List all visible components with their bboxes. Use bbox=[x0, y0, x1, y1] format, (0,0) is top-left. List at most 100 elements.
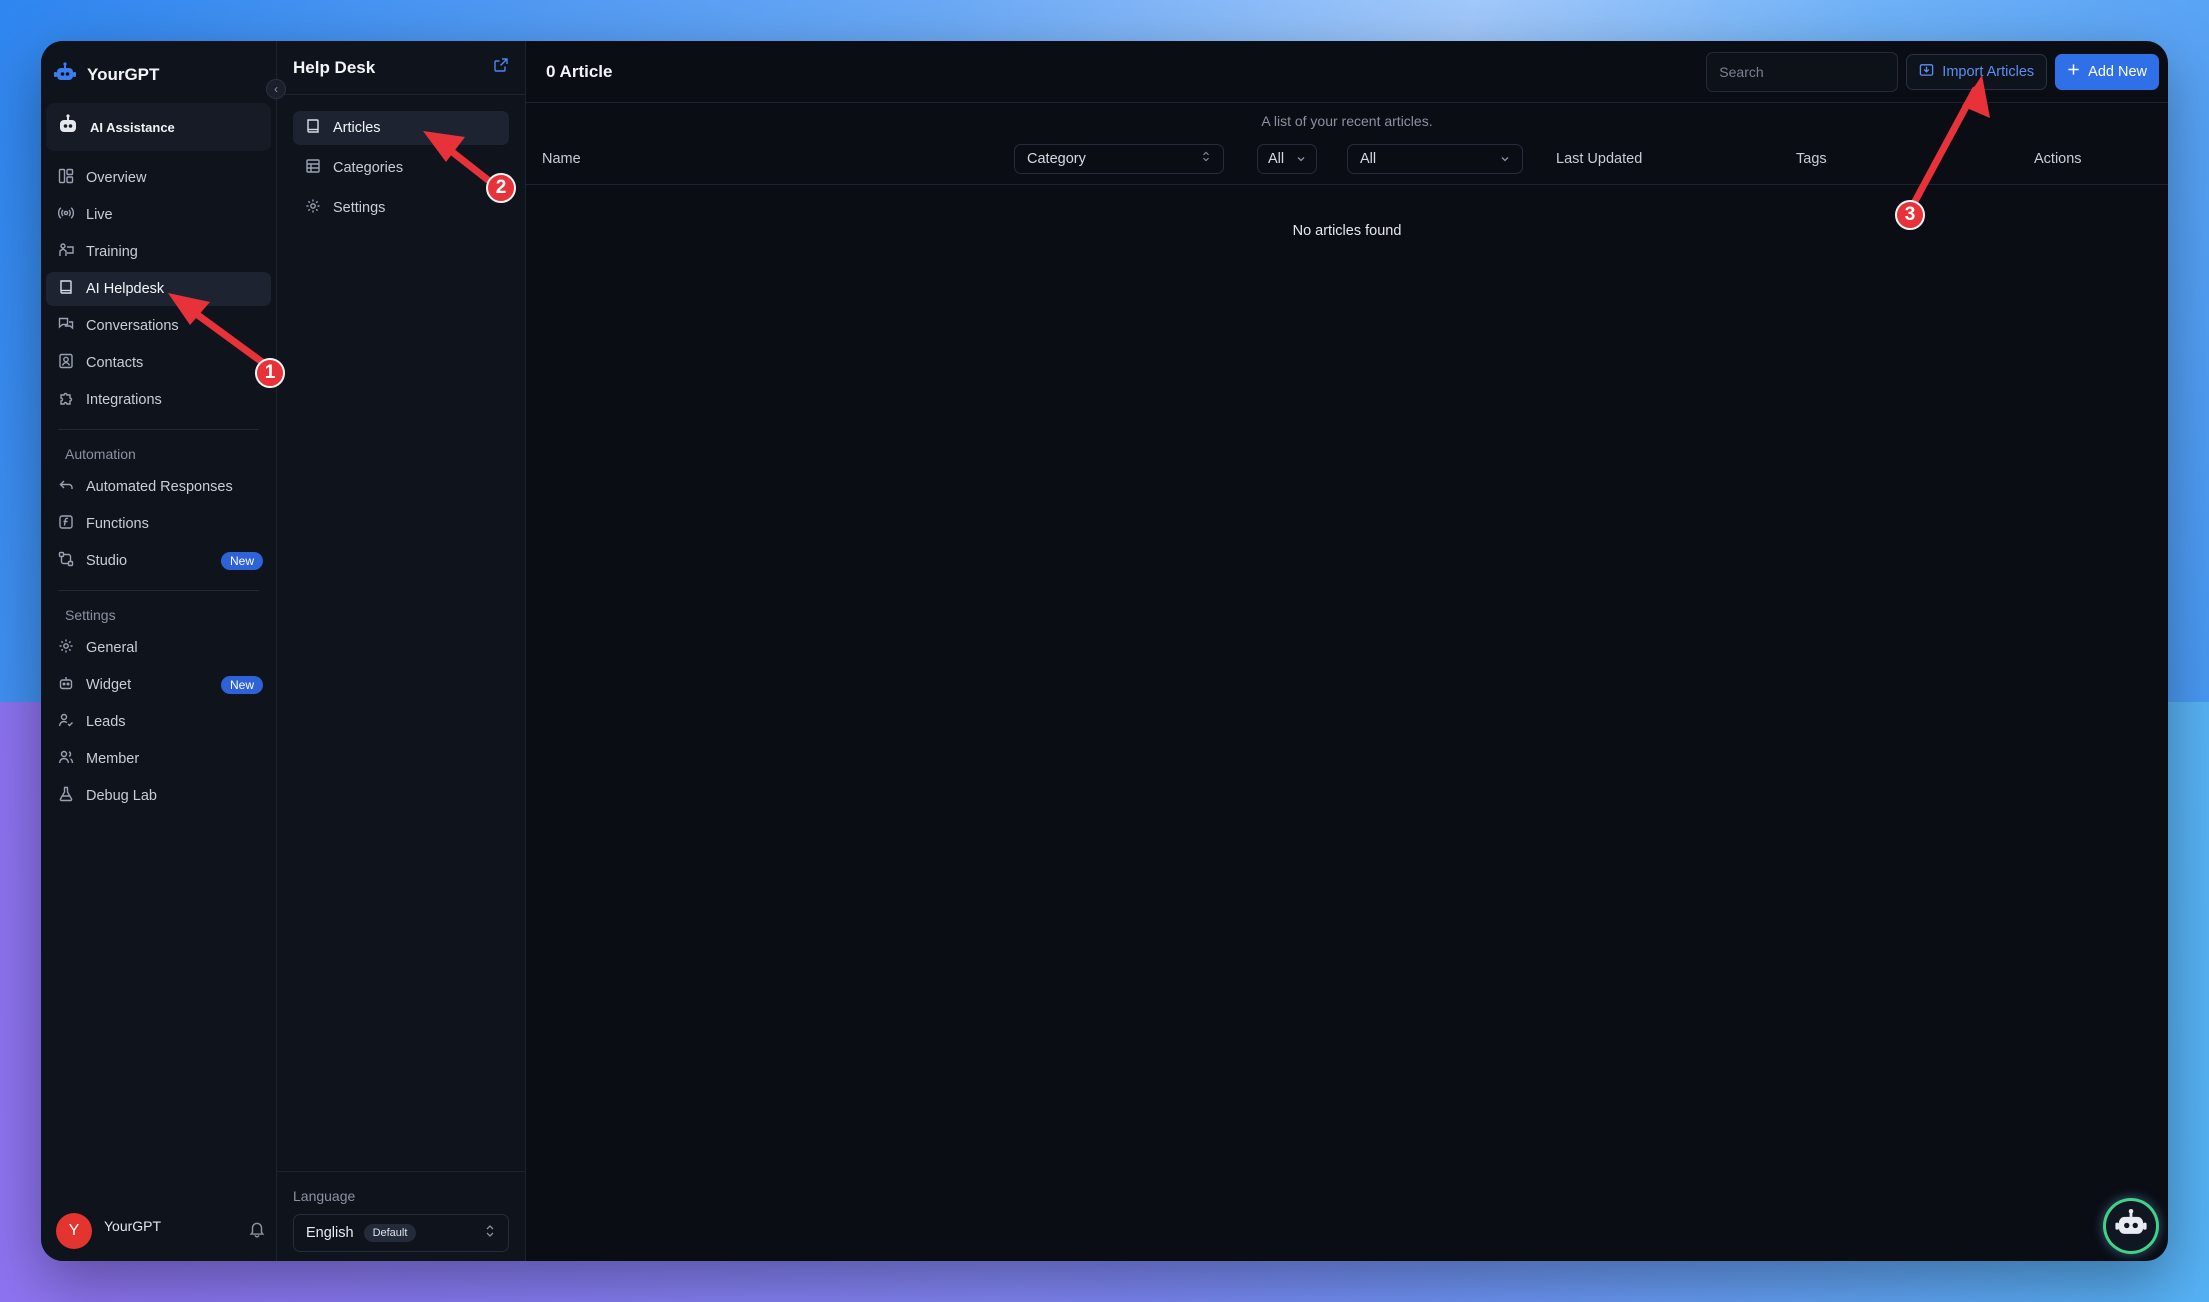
import-articles-button[interactable]: Import Articles bbox=[1906, 53, 2048, 90]
sidebar-item-label: Functions bbox=[86, 516, 149, 532]
plus-icon bbox=[2067, 63, 2080, 80]
column-tags: Tags bbox=[1796, 150, 1827, 167]
annotation-marker-1: 1 bbox=[255, 358, 285, 388]
section-label-settings: Settings bbox=[65, 607, 116, 623]
sidebar-item-label: Contacts bbox=[86, 355, 144, 371]
search-input[interactable] bbox=[1706, 51, 1899, 92]
chevron-down-icon bbox=[1500, 151, 1510, 167]
table-header: Name Category All All Last Updated Tags … bbox=[526, 133, 2168, 185]
add-new-button[interactable]: Add New bbox=[2055, 53, 2159, 90]
new-badge: New bbox=[220, 676, 263, 694]
sidebar-item-studio[interactable]: Studio New bbox=[46, 544, 271, 578]
brand-name: YourGPT bbox=[87, 65, 160, 84]
puzzle-icon bbox=[58, 390, 74, 410]
bot-icon bbox=[58, 675, 74, 695]
sidebar-item-integrations[interactable]: Integrations bbox=[46, 383, 271, 417]
panel-item-label: Articles bbox=[333, 120, 381, 136]
nav-divider bbox=[58, 429, 259, 430]
column-actions: Actions bbox=[2034, 150, 2082, 167]
import-articles-label: Import Articles bbox=[1942, 63, 2035, 80]
import-icon bbox=[1919, 62, 1934, 81]
visibility-filter-label: All bbox=[1360, 150, 1377, 167]
sidebar-item-label: Widget bbox=[86, 677, 132, 693]
sidebar-item-label: AI Helpdesk bbox=[86, 281, 165, 297]
section-label-automation: Automation bbox=[65, 446, 136, 462]
sidebar: YourGPT ‹ AI Assistance Overview Live Tr… bbox=[41, 41, 286, 1261]
user-name: YourGPT bbox=[104, 1218, 162, 1234]
sidebar-item-debug-lab[interactable]: Debug Lab bbox=[46, 779, 271, 813]
sidebar-item-label: Integrations bbox=[86, 392, 162, 408]
chevron-up-down-icon bbox=[484, 1224, 496, 1242]
avatar: Y bbox=[56, 1213, 92, 1249]
sidebar-item-automated-responses[interactable]: Automated Responses bbox=[46, 470, 271, 504]
book-icon bbox=[305, 118, 321, 138]
reply-icon bbox=[58, 477, 74, 497]
user-profile[interactable]: Y YourGPT bbox=[56, 1211, 266, 1251]
chevron-left-icon: ‹ bbox=[274, 82, 278, 96]
panel-item-articles[interactable]: Articles bbox=[293, 111, 509, 145]
panel-item-settings[interactable]: Settings bbox=[293, 191, 509, 225]
sidebar-item-functions[interactable]: Functions bbox=[46, 507, 271, 541]
user-check-icon bbox=[58, 712, 74, 732]
panel-nav: Articles Categories Settings bbox=[277, 95, 525, 225]
category-filter[interactable]: Category bbox=[1014, 143, 1224, 174]
header-actions: Import Articles Add New bbox=[1706, 51, 2159, 92]
contact-icon bbox=[58, 353, 74, 373]
panel-item-categories[interactable]: Categories bbox=[293, 151, 509, 185]
sidebar-item-label: Leads bbox=[86, 714, 126, 730]
app-window: YourGPT ‹ AI Assistance Overview Live Tr… bbox=[41, 41, 2168, 1261]
sidebar-item-leads[interactable]: Leads bbox=[46, 705, 271, 739]
sidebar-item-widget[interactable]: Widget New bbox=[46, 668, 271, 702]
robot-logo-icon bbox=[53, 61, 77, 90]
sidebar-item-label: Live bbox=[86, 207, 113, 223]
training-icon bbox=[58, 242, 74, 262]
sidebar-item-ai-helpdesk[interactable]: AI Helpdesk bbox=[46, 272, 271, 306]
sidebar-item-training[interactable]: Training bbox=[46, 235, 271, 269]
external-link-icon[interactable] bbox=[493, 57, 509, 78]
notification-bell-icon[interactable] bbox=[248, 1220, 266, 1243]
language-select[interactable]: English Default bbox=[293, 1214, 509, 1252]
users-icon bbox=[58, 749, 74, 769]
sidebar-item-conversations[interactable]: Conversations bbox=[46, 309, 271, 343]
main-header: 0 Article Import Articles Add New bbox=[526, 41, 2168, 103]
page-title: 0 Article bbox=[546, 61, 613, 81]
gear-icon bbox=[305, 198, 321, 218]
default-tag: Default bbox=[363, 1224, 417, 1242]
sidebar-item-overview[interactable]: Overview bbox=[46, 161, 271, 195]
main-nav: Overview Live Training AI Helpdesk Conve… bbox=[41, 151, 276, 813]
language-value: English bbox=[306, 1225, 354, 1241]
new-badge: New bbox=[220, 552, 263, 570]
sidebar-item-contacts[interactable]: Contacts bbox=[46, 346, 271, 380]
chat-widget-button[interactable] bbox=[2106, 1201, 2156, 1251]
flask-icon bbox=[58, 786, 74, 806]
status-filter[interactable]: All bbox=[1257, 143, 1317, 174]
collapse-sidebar-button[interactable]: ‹ bbox=[266, 79, 286, 99]
sidebar-item-live[interactable]: Live bbox=[46, 198, 271, 232]
function-icon bbox=[58, 514, 74, 534]
robot-avatar-icon bbox=[56, 113, 80, 142]
visibility-filter[interactable]: All bbox=[1347, 143, 1523, 174]
chevron-up-down-icon bbox=[1201, 150, 1211, 167]
sidebar-item-label: Automated Responses bbox=[86, 479, 233, 495]
sidebar-item-label: General bbox=[86, 640, 138, 656]
status-filter-label: All bbox=[1268, 150, 1285, 167]
empty-state: No articles found bbox=[1292, 223, 1402, 239]
column-last-updated: Last Updated bbox=[1556, 150, 1643, 167]
gear-icon bbox=[58, 638, 74, 658]
column-name: Name bbox=[542, 150, 581, 167]
sidebar-item-member[interactable]: Member bbox=[46, 742, 271, 776]
sidebar-item-general[interactable]: General bbox=[46, 631, 271, 665]
panel-item-label: Settings bbox=[333, 200, 386, 216]
sidebar-item-label: Overview bbox=[86, 170, 147, 186]
chevron-down-icon bbox=[1296, 151, 1306, 167]
workflow-icon bbox=[58, 551, 74, 571]
sidebar-item-label: Member bbox=[86, 751, 140, 767]
brand[interactable]: YourGPT bbox=[41, 41, 276, 93]
sidebar-item-label: Studio bbox=[86, 553, 128, 569]
language-section: Language English Default bbox=[277, 1171, 525, 1261]
annotation-marker-3: 3 bbox=[1895, 200, 1925, 230]
book-icon bbox=[58, 279, 74, 299]
sidebar-item-label: Conversations bbox=[86, 318, 179, 334]
assistant-selector[interactable]: AI Assistance bbox=[46, 103, 271, 151]
language-label: Language bbox=[293, 1188, 356, 1204]
